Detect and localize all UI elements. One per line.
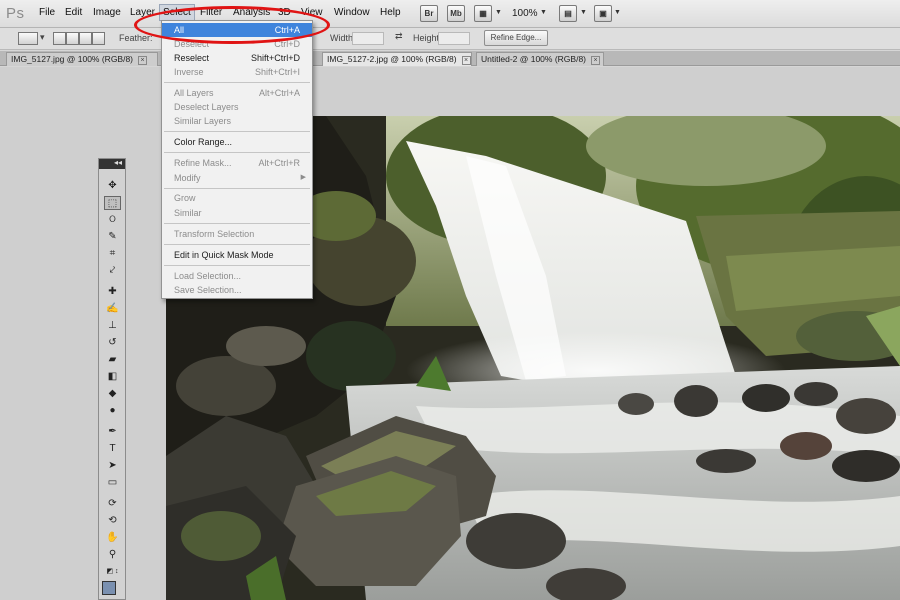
arrange-documents-button[interactable]: ▤	[559, 5, 577, 22]
menu-item-refine-mask[interactable]: Refine Mask... Alt+Ctrl+R	[162, 156, 312, 170]
menu-separator	[164, 131, 310, 132]
chevron-down-icon[interactable]: ▼	[540, 9, 547, 16]
brush-tool-icon[interactable]: ✍	[104, 302, 121, 316]
crop-tool-icon[interactable]: ⌗	[104, 247, 121, 261]
view-extras-button[interactable]: ▦	[474, 5, 492, 22]
submenu-arrow-icon: ▶	[300, 174, 306, 181]
height-field[interactable]	[438, 32, 470, 45]
menu-item-modify[interactable]: Modify ▶	[162, 171, 312, 185]
menu-help[interactable]: Help	[380, 7, 401, 18]
rectangular-marquee-tool-icon[interactable]: ⬚	[104, 196, 121, 210]
zoom-tool-icon[interactable]: ⚲	[104, 548, 121, 562]
feather-label: Feather:	[119, 33, 153, 43]
tab-img-5127[interactable]: IMG_5127.jpg @ 100% (RGB/8) ×	[6, 52, 158, 66]
menu-item-transform-selection[interactable]: Transform Selection	[162, 227, 312, 241]
rectangle-tool-icon[interactable]: ▭	[104, 476, 121, 490]
tab-untitled-2[interactable]: Untitled-2 @ 100% (RGB/8) ×	[476, 52, 604, 66]
width-field[interactable]	[352, 32, 384, 45]
chevron-down-icon[interactable]: ▼	[614, 9, 621, 16]
menu-3d[interactable]: 3D	[278, 7, 291, 18]
eraser-tool-icon[interactable]: ▰	[104, 353, 121, 367]
collapse-icon[interactable]: ◂◂	[114, 158, 122, 167]
blur-tool-icon[interactable]: ◆	[104, 387, 121, 401]
tool-preset-picker[interactable]	[18, 32, 38, 45]
chevron-down-icon[interactable]: ▼	[580, 9, 587, 16]
menu-item-inverse[interactable]: Inverse Shift+Ctrl+I	[162, 65, 312, 79]
chevron-down-icon[interactable]: ▼	[495, 9, 502, 16]
screen-mode-button[interactable]: ▣	[594, 5, 612, 22]
menu-image[interactable]: Image	[93, 7, 121, 18]
menu-window[interactable]: Window	[334, 7, 370, 18]
tools-panel-header[interactable]: ◂◂	[99, 158, 125, 169]
spot-healing-brush-tool-icon[interactable]: ✚	[104, 285, 121, 299]
menu-item-deselect[interactable]: Deselect Ctrl+D	[162, 37, 312, 51]
foreground-color-swatch[interactable]	[102, 581, 116, 595]
move-tool-icon[interactable]: ✥	[104, 179, 121, 193]
menu-item-reselect[interactable]: Reselect Shift+Ctrl+D	[162, 51, 312, 65]
zoom-level[interactable]: 100%	[512, 8, 538, 19]
menu-view[interactable]: View	[301, 7, 323, 18]
menu-analysis[interactable]: Analysis	[233, 7, 270, 18]
menu-item-save-selection[interactable]: Save Selection...	[162, 283, 312, 297]
intersect-selection-button[interactable]	[92, 32, 105, 45]
menu-item-similar[interactable]: Similar	[162, 206, 312, 220]
mini-bridge-button[interactable]: Mb	[447, 5, 465, 22]
menu-separator	[164, 82, 310, 83]
tools-panel: ◂◂ ✥ ⬚ ଠ ✎ ⌗ ⤦ ✚ ✍ ⊥ ↺ ▰ ◧ ◆ ● ✒ T ➤ ▭ ⟳…	[98, 158, 126, 600]
swap-icon[interactable]: ⇄	[395, 31, 403, 42]
options-bar: ▾ Feather: Width: ⇄ Height: Refine Edge.…	[0, 28, 900, 50]
chevron-down-icon[interactable]: ▾	[40, 32, 45, 43]
menu-layer[interactable]: Layer	[130, 7, 155, 18]
gradient-tool-icon[interactable]: ◧	[104, 370, 121, 384]
menu-separator	[164, 265, 310, 266]
menu-bar: Ps File Edit Image Layer Select Filter A…	[0, 0, 900, 28]
menu-file[interactable]: File	[39, 7, 55, 18]
refine-edge-button[interactable]: Refine Edge...	[484, 30, 548, 46]
eyedropper-tool-icon[interactable]: ⤦	[104, 264, 121, 278]
menu-item-grow[interactable]: Grow	[162, 191, 312, 205]
close-icon[interactable]: ×	[138, 56, 148, 65]
menu-item-all[interactable]: All Ctrl+A	[162, 23, 312, 37]
quick-selection-tool-icon[interactable]: ✎	[104, 230, 121, 244]
type-tool-icon[interactable]: T	[104, 442, 121, 456]
document-tab-bar: IMG_5127.jpg @ 100% (RGB/8) × IMG_5127-2.…	[0, 51, 900, 66]
menu-item-edit-quick-mask[interactable]: Edit in Quick Mask Mode	[162, 248, 312, 262]
tab-label: IMG_5127-2.jpg @ 100% (RGB/8)	[327, 54, 457, 64]
menu-select[interactable]: Select	[159, 4, 195, 21]
3d-orbit-tool-icon[interactable]: ⟲	[104, 514, 121, 528]
tab-img-5127-2[interactable]: IMG_5127-2.jpg @ 100% (RGB/8) ×	[322, 52, 472, 66]
tab-label: Untitled-2 @ 100% (RGB/8)	[481, 54, 587, 64]
3d-rotate-tool-icon[interactable]: ⟳	[104, 497, 121, 511]
menu-separator	[164, 223, 310, 224]
hand-tool-icon[interactable]: ✋	[104, 531, 121, 545]
clone-stamp-tool-icon[interactable]: ⊥	[104, 319, 121, 333]
menu-separator	[164, 188, 310, 189]
pen-tool-icon[interactable]: ✒	[104, 425, 121, 439]
history-brush-tool-icon[interactable]: ↺	[104, 336, 121, 350]
default-colors-icon[interactable]: ◩ ↕	[104, 565, 121, 579]
new-selection-button[interactable]	[53, 32, 66, 45]
menu-item-load-selection[interactable]: Load Selection...	[162, 269, 312, 283]
menu-separator	[164, 152, 310, 153]
tab-label: IMG_5127.jpg @ 100% (RGB/8)	[11, 54, 134, 64]
menu-separator	[164, 244, 310, 245]
menu-item-deselect-layers[interactable]: Deselect Layers	[162, 100, 312, 114]
subtract-from-selection-button[interactable]	[79, 32, 92, 45]
menu-filter[interactable]: Filter	[200, 7, 222, 18]
select-menu-dropdown: All Ctrl+A Deselect Ctrl+D Reselect Shift+C…	[161, 20, 313, 299]
menu-item-all-layers[interactable]: All Layers Alt+Ctrl+A	[162, 86, 312, 100]
close-icon[interactable]: ×	[591, 56, 601, 65]
bridge-button[interactable]: Br	[420, 5, 438, 22]
add-to-selection-button[interactable]	[66, 32, 79, 45]
photoshop-logo: Ps	[6, 5, 25, 22]
path-selection-tool-icon[interactable]: ➤	[104, 459, 121, 473]
close-icon[interactable]: ×	[461, 56, 471, 65]
menu-edit[interactable]: Edit	[65, 7, 82, 18]
menu-item-similar-layers[interactable]: Similar Layers	[162, 114, 312, 128]
menu-item-color-range[interactable]: Color Range...	[162, 135, 312, 149]
lasso-tool-icon[interactable]: ଠ	[104, 213, 121, 227]
dodge-tool-icon[interactable]: ●	[104, 404, 121, 418]
